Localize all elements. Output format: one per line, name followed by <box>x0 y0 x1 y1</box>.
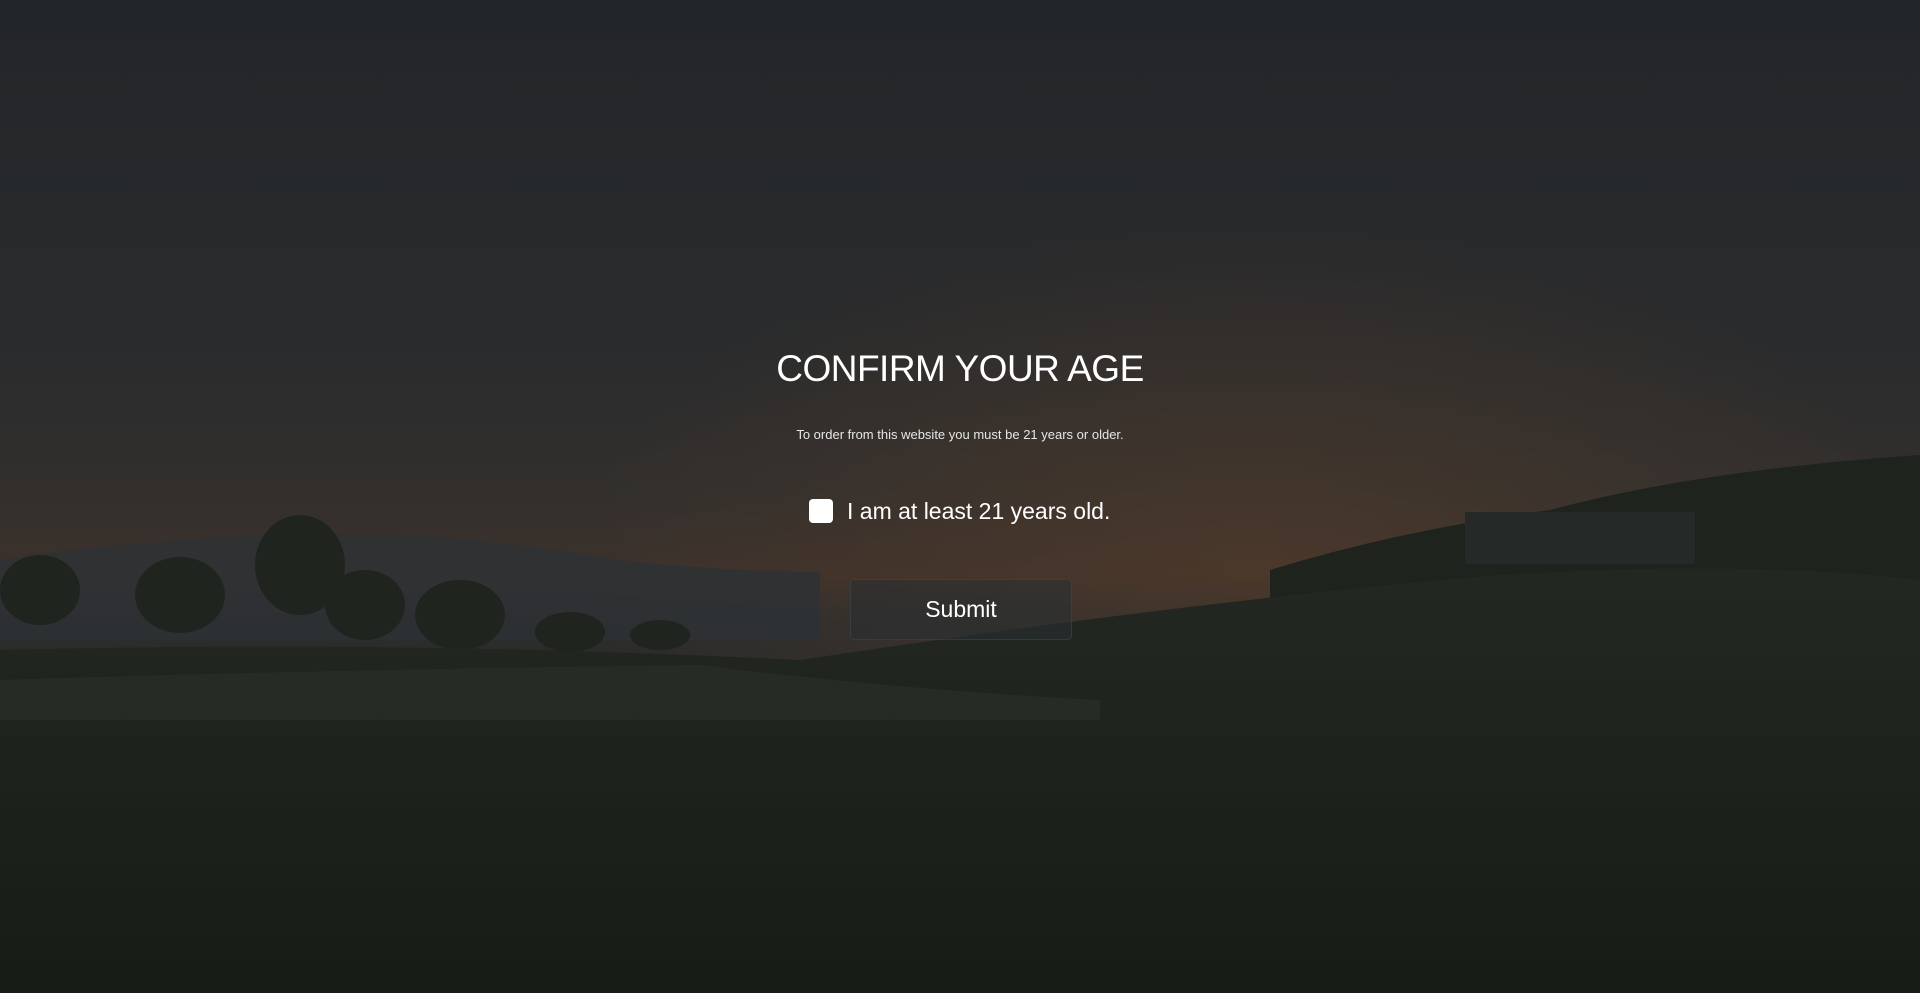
submit-button[interactable]: Submit <box>850 579 1072 640</box>
age-confirm-checkbox[interactable] <box>809 499 833 523</box>
age-confirm-row[interactable]: I am at least 21 years old. <box>809 496 1110 526</box>
age-gate-title: CONFIRM YOUR AGE <box>776 348 1144 389</box>
age-gate-modal: CONFIRM YOUR AGE To order from this webs… <box>0 0 1920 993</box>
age-confirm-label[interactable]: I am at least 21 years old. <box>847 498 1110 525</box>
age-gate-subtitle: To order from this website you must be 2… <box>796 427 1124 442</box>
